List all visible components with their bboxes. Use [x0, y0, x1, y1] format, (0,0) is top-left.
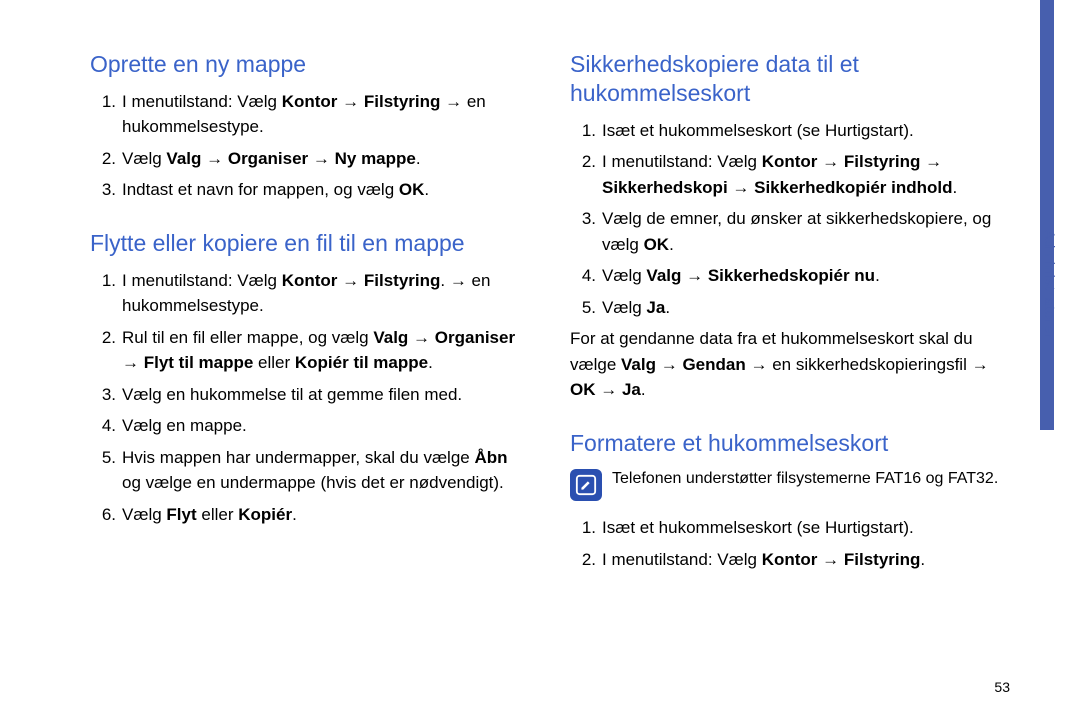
list-number: 2. — [570, 149, 596, 175]
list-text: Isæt et hukommelseskort (se Hurtigstart)… — [602, 121, 914, 140]
heading-create-folder: Oprette en ny mappe — [90, 50, 530, 79]
section-backup: Sikkerhedskopiere data til et hukommelse… — [570, 50, 1010, 403]
right-column: Sikkerhedskopiere data til et hukommelse… — [570, 50, 1010, 598]
section-create-folder: Oprette en ny mappe 1.I menutilstand: Væ… — [90, 50, 530, 203]
list-number: 3. — [90, 177, 116, 203]
list-text: Vælg Ja. — [602, 298, 670, 317]
list-text: Rul til en fil eller mappe, og vælg Valg… — [122, 328, 515, 373]
list-format: 1. Isæt et hukommelseskort (se Hurtigstar… — [570, 515, 1010, 572]
list-backup: 1. Isæt et hukommelseskort (se Hurtigstar… — [570, 118, 1010, 321]
list-number: 4. — [90, 413, 116, 439]
list-text: Indtast et navn for mappen, og vælg OK. — [122, 180, 429, 199]
list-text: Vælg en mappe. — [122, 416, 247, 435]
list-number: 4. — [570, 263, 596, 289]
list-item: 2. Vælg Valg → Organiser → Ny mappe. — [90, 146, 530, 172]
note-text: Telefonen understøtter filsystemerne FAT… — [612, 467, 998, 490]
list-item: 5.Hvis mappen har undermapper, skal du v… — [90, 445, 530, 496]
list-item: 4. Vælg Valg → Sikkerhedskopiér nu. — [570, 263, 1010, 289]
list-text: Vælg Valg → Organiser → Ny mappe. — [122, 149, 421, 168]
list-number: 5. — [90, 445, 116, 471]
note-filesystems: Telefonen understøtter filsystemerne FAT… — [570, 467, 1010, 501]
list-item: 3. Vælg en hukommelse til at gemme filen … — [90, 382, 530, 408]
side-label: Administratorer — [1036, 230, 1058, 340]
list-number: 1. — [570, 118, 596, 144]
list-item: 3. Indtast et navn for mappen, og vælg OK… — [90, 177, 530, 203]
list-text: I menutilstand: Vælg Kontor → Filstyring… — [122, 271, 490, 316]
heading-backup: Sikkerhedskopiere data til et hukommelse… — [570, 50, 1010, 108]
paragraph-restore: For at gendanne data fra et hukommelsesk… — [570, 326, 1010, 403]
list-item: 3.Vælg de emner, du ønsker at sikkerheds… — [570, 206, 1010, 257]
manual-page: Administratorer Oprette en ny mappe 1.I … — [0, 0, 1080, 721]
list-text: Vælg de emner, du ønsker at sikkerhedsko… — [602, 209, 991, 254]
list-item: 2.I menutilstand: Vælg Kontor → Filstyri… — [570, 149, 1010, 200]
list-number: 2. — [90, 325, 116, 351]
list-text: Hvis mappen har undermapper, skal du væl… — [122, 448, 508, 493]
list-number: 3. — [90, 382, 116, 408]
side-tab — [1040, 0, 1054, 430]
list-number: 1. — [90, 268, 116, 294]
list-item: 1. Isæt et hukommelseskort (se Hurtigstar… — [570, 515, 1010, 541]
left-column: Oprette en ny mappe 1.I menutilstand: Væ… — [90, 50, 530, 598]
list-number: 1. — [90, 89, 116, 115]
list-number: 5. — [570, 295, 596, 321]
content-columns: Oprette en ny mappe 1.I menutilstand: Væ… — [90, 50, 1020, 598]
list-number: 3. — [570, 206, 596, 232]
list-text: Isæt et hukommelseskort (se Hurtigstart)… — [602, 518, 914, 537]
list-item: 1. Isæt et hukommelseskort (se Hurtigstar… — [570, 118, 1010, 144]
list-item: 6. Vælg Flyt eller Kopiér. — [90, 502, 530, 528]
list-move-copy: 1.I menutilstand: Vælg Kontor → Filstyri… — [90, 268, 530, 528]
list-item: 1.I menutilstand: Vælg Kontor → Filstyri… — [90, 89, 530, 140]
note-icon — [570, 469, 602, 501]
list-text: I menutilstand: Vælg Kontor → Filstyring… — [122, 92, 486, 137]
heading-format: Formatere et hukommelseskort — [570, 429, 1010, 458]
list-text: Vælg en hukommelse til at gemme filen me… — [122, 385, 462, 404]
list-number: 1. — [570, 515, 596, 541]
section-move-copy: Flytte eller kopiere en fil til en mappe… — [90, 229, 530, 527]
list-create-folder: 1.I menutilstand: Vælg Kontor → Filstyri… — [90, 89, 530, 203]
list-text: Vælg Flyt eller Kopiér. — [122, 505, 297, 524]
list-item: 4. Vælg en mappe. — [90, 413, 530, 439]
list-text: Vælg Valg → Sikkerhedskopiér nu. — [602, 266, 880, 285]
list-number: 2. — [570, 547, 596, 573]
section-format: Formatere et hukommelseskort Telefonen u… — [570, 429, 1010, 573]
pencil-note-icon — [575, 474, 597, 496]
list-text: I menutilstand: Vælg Kontor → Filstyring… — [602, 152, 957, 197]
page-number: 53 — [994, 679, 1010, 695]
heading-move-copy: Flytte eller kopiere en fil til en mappe — [90, 229, 530, 258]
list-text: I menutilstand: Vælg Kontor → Filstyring… — [602, 550, 925, 569]
list-item: 2. I menutilstand: Vælg Kontor → Filstyri… — [570, 547, 1010, 573]
list-item: 1.I menutilstand: Vælg Kontor → Filstyri… — [90, 268, 530, 319]
list-number: 6. — [90, 502, 116, 528]
list-number: 2. — [90, 146, 116, 172]
list-item: 2.Rul til en fil eller mappe, og vælg Va… — [90, 325, 530, 376]
list-item: 5. Vælg Ja. — [570, 295, 1010, 321]
